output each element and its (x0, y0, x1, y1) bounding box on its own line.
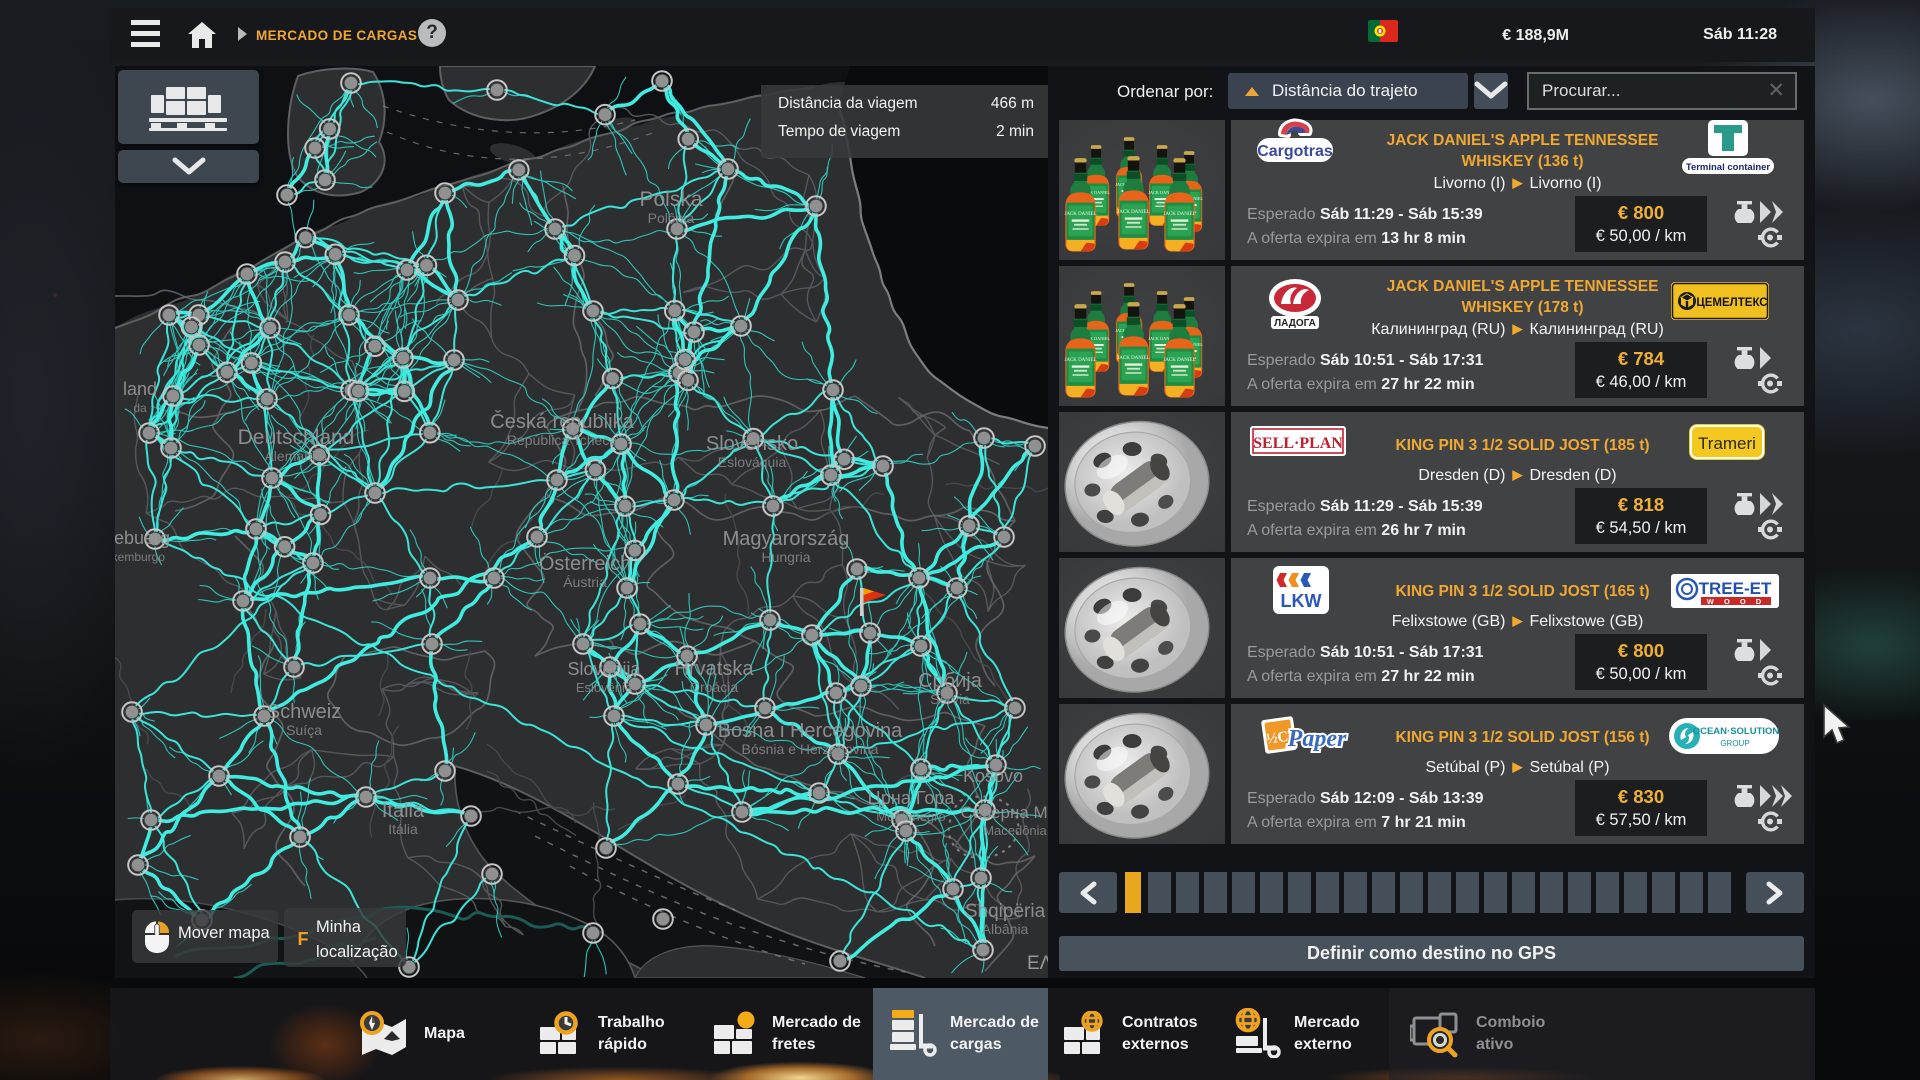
svg-text:Áustria: Áustria (563, 574, 607, 590)
svg-text:Eslovênia: Eslovênia (576, 680, 633, 695)
svg-text:Polska: Polska (639, 188, 702, 211)
svg-text:Macedônia: Macedônia (983, 823, 1047, 838)
svg-text:JACK DANIEL: JACK DANIEL (1163, 358, 1195, 363)
svg-text:GROUP: GROUP (1720, 739, 1749, 748)
svg-text:JACK DANIEL: JACK DANIEL (1117, 210, 1149, 215)
svg-text:Kosovo: Kosovo (963, 766, 1023, 786)
svg-text:Bosna i Hercegovina: Bosna i Hercegovina (718, 720, 903, 742)
svg-text:Bósnia e Herzegovina: Bósnia e Herzegovina (742, 741, 879, 757)
svg-text:JACK DANIEL: JACK DANIEL (1163, 212, 1195, 217)
svg-text:Polônia: Polônia (648, 210, 695, 226)
svg-text:Suíça: Suíça (286, 722, 322, 738)
svg-text:JACK DANIEL: JACK DANIEL (1117, 356, 1149, 361)
svg-text:land: land (123, 379, 157, 399)
svg-text:Italia: Italia (382, 800, 425, 822)
svg-text:Itália: Itália (388, 821, 418, 837)
svg-text:Croácia: Croácia (690, 679, 738, 695)
svg-text:Deutschland: Deutschland (238, 426, 355, 449)
svg-text:LKW: LKW (1281, 591, 1322, 611)
svg-text:Albânia: Albânia (982, 921, 1029, 937)
svg-text:da: da (133, 401, 147, 415)
svg-text:Österreich: Österreich (539, 553, 631, 575)
svg-text:Slovenija: Slovenija (567, 659, 641, 679)
svg-text:ΕΛ: ΕΛ (1027, 953, 1048, 974)
svg-text:Montenegro: Montenegro (876, 809, 945, 824)
svg-text:uxemburgo: uxemburgo (115, 550, 165, 564)
svg-text:Sérvia: Sérvia (930, 691, 970, 707)
svg-text:Hrvatska: Hrvatska (675, 658, 755, 680)
svg-text:Magyarország: Magyarország (723, 528, 850, 550)
svg-text:Slovensko: Slovensko (706, 433, 798, 455)
svg-text:República Tcheca: República Tcheca (507, 432, 617, 448)
svg-text:Schweiz: Schweiz (267, 701, 341, 723)
svg-text:Црна Гора: Црна Гора (868, 788, 956, 808)
svg-text:Shqipëria: Shqipëria (965, 901, 1046, 922)
svg-text:JACK DANIEL: JACK DANIEL (1064, 212, 1096, 217)
svg-text:Hungria: Hungria (761, 549, 810, 565)
svg-text:Alemanha: Alemanha (264, 448, 327, 464)
svg-text:tzebuerg: tzebuerg (115, 528, 170, 548)
svg-text:Србија: Србија (918, 670, 983, 692)
svg-text:JACK DANIEL: JACK DANIEL (1064, 358, 1096, 363)
svg-text:Eslováquia: Eslováquia (718, 454, 787, 470)
svg-text:Северна Мак.: Северна Мак. (960, 803, 1048, 822)
svg-text:Česká republika: Česká republika (490, 410, 634, 433)
